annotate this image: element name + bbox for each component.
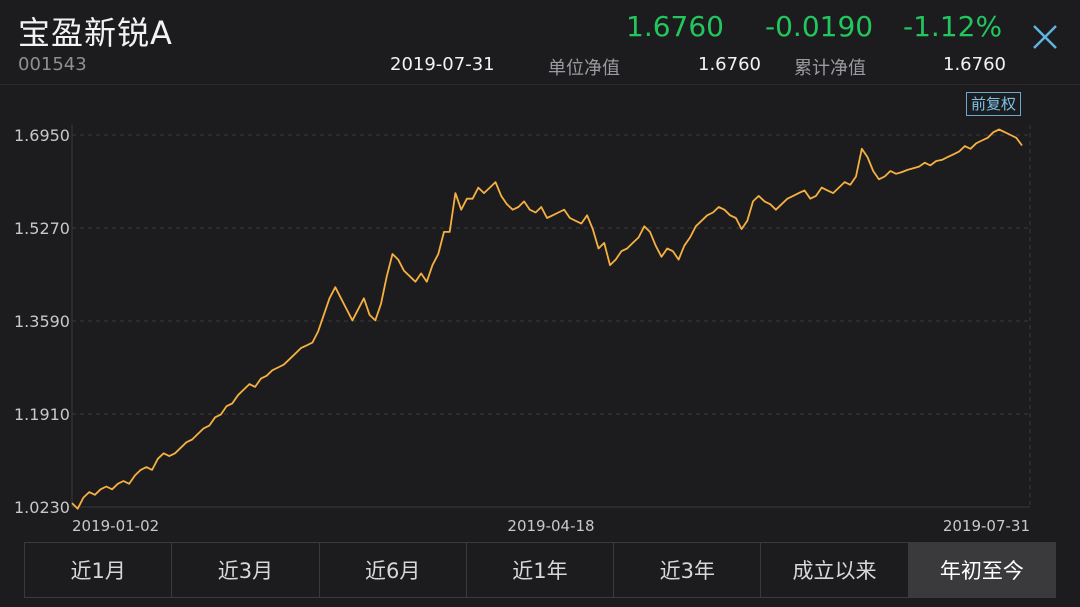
close-icon [1033, 25, 1057, 49]
nav-line-chart: 1.6950 1.5270 1.3590 1.1910 1.02302019-01-02… [14, 125, 1031, 535]
y-tick-label: 1.1910 [14, 405, 70, 424]
tab-6-months[interactable]: 近6月 [320, 543, 467, 597]
nav-date: 2019-07-31 [390, 54, 495, 75]
fund-code: 001543 [18, 54, 87, 75]
fund-header: 宝盈新锐A 001543 1.6760 -0.0190 -1.12% 2019-… [0, 0, 1080, 85]
tab-year-to-date[interactable]: 年初至今 [908, 543, 1055, 597]
y-tick-label: 1.5270 [14, 219, 70, 238]
unit-nav-value: 1.6760 [698, 54, 761, 75]
unit-nav-label: 单位净值 [548, 58, 620, 79]
y-tick-label: 1.0230 [14, 498, 70, 517]
close-button[interactable] [1028, 20, 1062, 54]
cumulative-nav-label: 累计净值 [794, 58, 866, 79]
tab-3-years[interactable]: 近3年 [614, 543, 762, 597]
y-tick-label: 1.3590 [14, 312, 70, 331]
period-tabs: 近1月 近3月 近6月 近1年 近3年 成立以来 年初至今 [24, 542, 1056, 598]
header-divider [0, 84, 1080, 85]
x-tick-label: 2019-01-02 [72, 517, 159, 535]
x-tick-label: 2019-04-18 [507, 517, 594, 535]
nav-series-line [71, 128, 1023, 510]
tab-since-inception[interactable]: 成立以来 [761, 543, 909, 597]
tab-3-months[interactable]: 近3月 [172, 543, 320, 597]
nav-value: 1.6760 [626, 10, 724, 43]
fund-name: 宝盈新锐A [18, 14, 173, 52]
change-percent: -1.12% [903, 10, 1003, 43]
cumulative-nav-value: 1.6760 [943, 54, 1006, 75]
change-value: -0.0190 [765, 10, 874, 43]
tab-1-month[interactable]: 近1月 [25, 543, 173, 597]
x-tick-label: 2019-07-31 [943, 517, 1030, 535]
y-tick-label: 1.6950 [14, 126, 70, 145]
tab-1-year[interactable]: 近1年 [467, 543, 615, 597]
